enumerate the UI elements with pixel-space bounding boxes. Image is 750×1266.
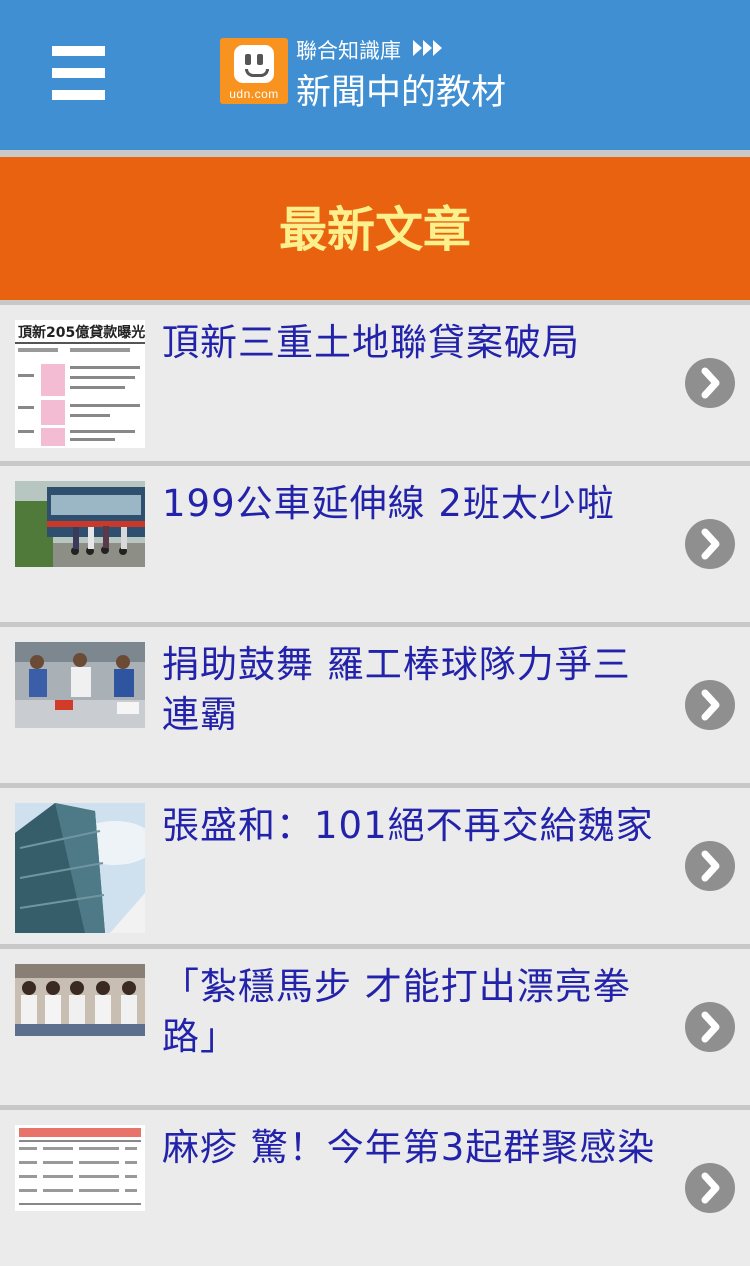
chevron-right-icon[interactable] — [685, 1163, 735, 1213]
thumb-caption: 頂新205億貸款曝光 — [18, 324, 145, 341]
article-thumbnail — [15, 1125, 145, 1211]
article-item[interactable]: 張盛和：101絕不再交給魏家 — [0, 783, 750, 944]
article-title[interactable]: 張盛和：101絕不再交給魏家 — [162, 801, 657, 851]
article-title[interactable]: 麻疹 驚！今年第3起群聚感染 — [162, 1123, 657, 1173]
article-title[interactable]: 「紮穩馬步 才能打出漂亮拳路」 — [162, 962, 657, 1062]
article-item[interactable]: 「紮穩馬步 才能打出漂亮拳路」 — [0, 944, 750, 1105]
header-divider — [0, 150, 750, 157]
article-item[interactable]: 頂新205億貸款曝光 頂新三重土地聯貸案破局 — [0, 300, 750, 461]
logo-brand-text: udn.com — [229, 87, 279, 101]
chevron-right-icon[interactable] — [685, 841, 735, 891]
hamburger-menu-icon[interactable] — [52, 46, 105, 100]
article-title[interactable]: 頂新三重土地聯貸案破局 — [162, 318, 657, 368]
section-title: 最新文章 — [278, 202, 471, 258]
plug-face-icon — [234, 45, 274, 83]
chevron-right-icon[interactable] — [685, 519, 735, 569]
site-subtitle: 聯合知識庫 — [296, 39, 401, 63]
triple-arrow-icon — [413, 40, 442, 56]
udn-logo[interactable]: udn.com — [220, 38, 288, 104]
article-thumbnail — [15, 964, 145, 1036]
chevron-right-icon[interactable] — [685, 358, 735, 408]
article-list: 頂新205億貸款曝光 頂新三重土地聯貸案破局 199公車延伸線 2班太少啦 捐助… — [0, 300, 750, 1266]
article-item[interactable]: 麻疹 驚！今年第3起群聚感染 — [0, 1105, 750, 1266]
chevron-right-icon[interactable] — [685, 680, 735, 730]
app-header: udn.com 聯合知識庫 新聞中的教材 — [0, 0, 750, 150]
chevron-right-icon[interactable] — [685, 1002, 735, 1052]
article-item[interactable]: 199公車延伸線 2班太少啦 — [0, 461, 750, 622]
article-thumbnail — [15, 481, 145, 567]
article-title[interactable]: 199公車延伸線 2班太少啦 — [162, 479, 657, 529]
article-title[interactable]: 捐助鼓舞 羅工棒球隊力爭三連霸 — [162, 640, 657, 740]
article-item[interactable]: 捐助鼓舞 羅工棒球隊力爭三連霸 — [0, 622, 750, 783]
article-thumbnail: 頂新205億貸款曝光 — [15, 320, 145, 448]
article-thumbnail — [15, 642, 145, 728]
article-thumbnail — [15, 803, 145, 933]
site-title: 新聞中的教材 — [296, 73, 507, 113]
